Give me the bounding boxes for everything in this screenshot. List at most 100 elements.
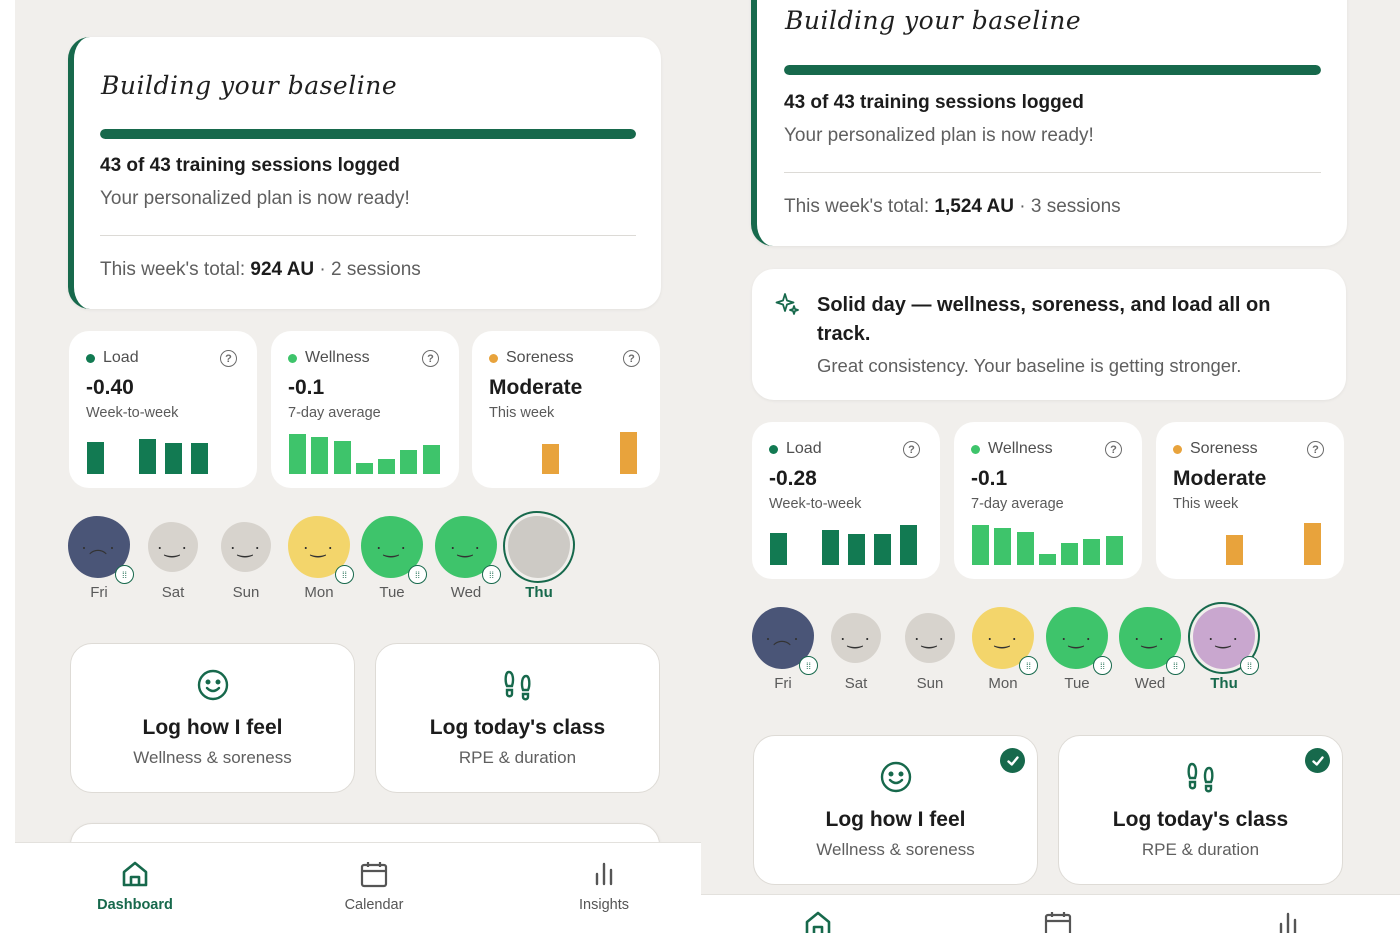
face-icon: ·︵· — [765, 628, 801, 648]
metric-label: Wellness — [988, 440, 1053, 457]
day-label: Tue — [1064, 675, 1090, 692]
day-fri[interactable]: ·︵· ⁞⁞ Fri — [747, 607, 819, 692]
metric-card-wellness[interactable]: Wellness? -0.1 7-day average — [954, 422, 1142, 579]
footprints-badge-icon: ⁞⁞ — [482, 565, 501, 584]
baseline-title: Building your baseline — [785, 6, 1082, 35]
help-icon[interactable]: ? — [422, 350, 439, 367]
metric-header: Wellness — [971, 440, 1053, 458]
day-label: Sun — [916, 675, 944, 692]
sessions-logged-text: 43 of 43 training sessions logged — [100, 155, 400, 176]
mood-blob: ·‿· ⁞⁞ — [972, 607, 1038, 675]
log-class-button[interactable]: Log today's class RPE & duration — [375, 643, 660, 793]
calendar-icon — [357, 857, 391, 891]
day-wed[interactable]: ·‿· ⁞⁞ Wed — [430, 516, 502, 601]
chart-bar — [355, 463, 373, 474]
day-label: Sat — [161, 584, 185, 601]
metric-card-load[interactable]: Load? -0.28 Week-to-week — [752, 422, 940, 579]
log-class-button[interactable]: Log today's class RPE & duration — [1058, 735, 1343, 885]
day-label: Sun — [232, 584, 260, 601]
metric-card-load[interactable]: Load? -0.40 Week-to-week — [69, 331, 257, 488]
metric-subtitle: Week-to-week — [86, 405, 179, 421]
help-icon[interactable]: ? — [220, 350, 237, 367]
calendar-icon — [1041, 907, 1075, 933]
help-icon[interactable]: ? — [623, 350, 640, 367]
face-icon: ·‿· — [449, 537, 483, 557]
status-dot — [86, 353, 95, 363]
day-mon[interactable]: ·‿· ⁞⁞ Mon — [967, 607, 1039, 692]
mood-blob: ·‿· ⁞⁞ — [1046, 607, 1112, 675]
help-icon[interactable]: ? — [1105, 441, 1122, 458]
nav-item-bar-chart[interactable] — [1238, 907, 1338, 933]
chart-bar — [165, 443, 182, 474]
mood-blob: ·‿· — [221, 522, 271, 572]
mini-bar-chart — [87, 430, 243, 474]
baseline-title: Building your baseline — [101, 71, 398, 100]
mood-blob — [508, 516, 570, 578]
baseline-card: Building your baseline 43 of 43 training… — [68, 37, 661, 309]
baseline-progress-bar — [784, 65, 1321, 75]
chart-bar — [620, 432, 637, 474]
day-label: Sat — [844, 675, 868, 692]
help-icon[interactable]: ? — [903, 441, 920, 458]
nav-item-calendar[interactable]: Calendar — [324, 857, 424, 913]
metric-header: Load — [769, 440, 822, 458]
metric-value: -0.40 — [86, 376, 134, 399]
day-sat[interactable]: ·‿· Sat — [820, 607, 892, 692]
footprints-badge-icon: ⁞⁞ — [115, 565, 134, 584]
metric-value: -0.1 — [288, 376, 325, 399]
chart-bar — [1226, 535, 1243, 565]
day-mon[interactable]: ·‿· ⁞⁞ Mon — [283, 516, 355, 601]
metric-header: Soreness — [1173, 440, 1258, 458]
chart-bar — [822, 530, 839, 565]
nav-item-home[interactable]: Dashboard — [85, 857, 185, 913]
day-thu[interactable]: Thu — [503, 516, 575, 601]
action-title: Log how I feel — [825, 808, 966, 831]
week-total-value: 924 AU — [250, 259, 315, 280]
day-label: Wed — [450, 584, 482, 601]
mood-blob: ·‿· — [831, 613, 881, 663]
status-dot — [1173, 444, 1182, 454]
day-thu[interactable]: ·‿· ⁞⁞ Thu — [1188, 607, 1260, 692]
nav-item-home[interactable] — [768, 907, 868, 933]
face-icon: ·‿· — [302, 537, 336, 557]
nav-item-calendar[interactable] — [1008, 907, 1108, 933]
mood-blob: ·‿· ⁞⁞ — [1193, 607, 1259, 675]
day-tue[interactable]: ·‿· ⁞⁞ Tue — [1041, 607, 1113, 692]
chart-bar — [994, 528, 1012, 565]
day-sat[interactable]: ·‿· Sat — [137, 516, 209, 601]
metric-value: Moderate — [489, 376, 583, 399]
day-sun[interactable]: ·‿· Sun — [894, 607, 966, 692]
metric-card-soreness[interactable]: Soreness? Moderate This week — [1156, 422, 1344, 579]
face-icon: ·‿· — [229, 537, 263, 557]
metric-label: Wellness — [305, 349, 370, 366]
week-total-sessions: · 3 sessions — [1019, 196, 1121, 217]
mini-bar-chart — [1174, 521, 1330, 565]
mood-blob: ·︵· ⁞⁞ — [68, 516, 134, 584]
baseline-card: Building your baseline 43 of 43 training… — [751, 0, 1347, 246]
chart-bar — [333, 441, 351, 474]
baseline-progress-fill — [100, 129, 636, 139]
day-sun[interactable]: ·‿· Sun — [210, 516, 282, 601]
nav-item-bar-chart[interactable]: Insights — [554, 857, 654, 913]
action-subtitle: RPE & duration — [1141, 840, 1260, 859]
chart-bar — [1061, 543, 1079, 565]
log-feel-button[interactable]: Log how I feel Wellness & soreness — [70, 643, 355, 793]
bottom-nav — [701, 894, 1400, 933]
insight-subtitle: Great consistency. Your baseline is gett… — [817, 355, 1242, 376]
week-total-value: 1,524 AU — [934, 196, 1014, 217]
home-icon — [801, 907, 835, 933]
help-icon[interactable]: ? — [1307, 441, 1324, 458]
metric-card-soreness[interactable]: Soreness? Moderate This week — [472, 331, 660, 488]
metric-card-wellness[interactable]: Wellness? -0.1 7-day average — [271, 331, 459, 488]
smiley-icon — [196, 668, 230, 702]
log-feel-button[interactable]: Log how I feel Wellness & soreness — [753, 735, 1038, 885]
chart-bar — [87, 442, 104, 474]
mini-bar-chart — [972, 521, 1128, 565]
day-fri[interactable]: ·︵· ⁞⁞ Fri — [63, 516, 135, 601]
bottom-nav: Dashboard Calendar Insights — [15, 842, 701, 933]
chart-bar — [972, 525, 989, 565]
day-tue[interactable]: ·‿· ⁞⁞ Tue — [356, 516, 428, 601]
home-icon — [118, 857, 152, 891]
metric-label: Soreness — [1190, 440, 1258, 457]
day-wed[interactable]: ·‿· ⁞⁞ Wed — [1114, 607, 1186, 692]
